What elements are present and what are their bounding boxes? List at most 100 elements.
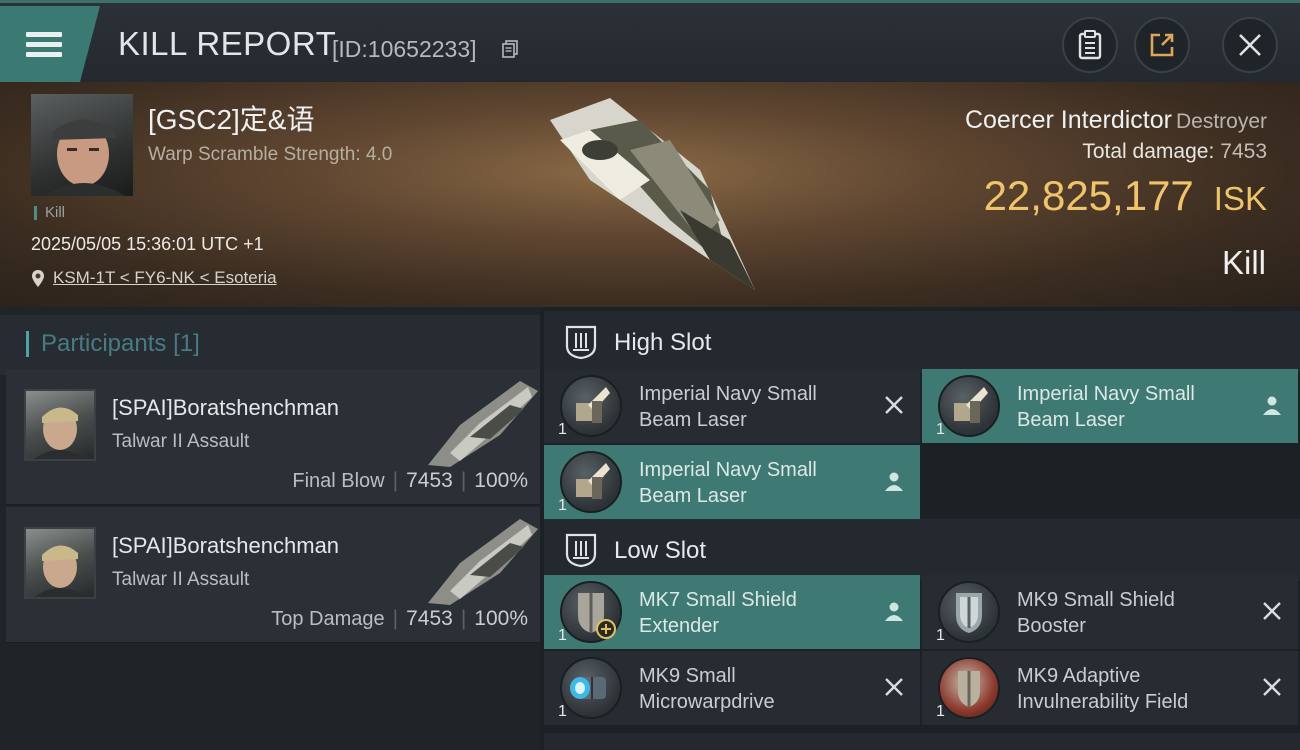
- module-name: MK7 Small Shield Extender: [639, 587, 869, 639]
- participants-label: Participants: [41, 330, 167, 357]
- module-name-line2: Beam Laser: [639, 409, 747, 431]
- participant-stats: Top Damage | 7453 | 100%: [271, 607, 528, 630]
- beam-laser-icon: [938, 375, 1000, 437]
- person-icon: [1263, 396, 1281, 415]
- module-name-line1: MK7 Small Shield: [639, 589, 797, 611]
- participant-percent: 100%: [474, 607, 528, 630]
- participant-name: [SPAI]Boratshenchman: [112, 533, 340, 558]
- participant-avatar: [24, 389, 96, 461]
- participant-card[interactable]: [SPAI]Boratshenchman Talwar II Assault F…: [6, 369, 540, 505]
- clipboard-icon: [1078, 30, 1102, 60]
- warp-scramble-strength: Warp Scramble Strength: 4.0: [148, 144, 393, 165]
- clipboard-button[interactable]: [1062, 17, 1118, 73]
- module-name-line1: MK9 Small Shield: [1017, 589, 1175, 611]
- module-name: Imperial Navy Small Beam Laser: [639, 457, 869, 509]
- close-button[interactable]: [1222, 17, 1278, 73]
- microwarpdrive-icon: [560, 657, 622, 719]
- module-quantity: 1: [558, 497, 567, 514]
- module-quantity: 1: [558, 703, 567, 720]
- beam-laser-icon: [560, 451, 622, 513]
- module-item[interactable]: 1 Imperial Navy Small Beam Laser: [922, 369, 1298, 443]
- participant-stats: Final Blow | 7453 | 100%: [292, 469, 528, 492]
- menu-button[interactable]: [0, 6, 100, 82]
- module-quantity: 1: [558, 627, 567, 644]
- location-pin-icon: [32, 269, 44, 287]
- participants-title: Participants [1]: [26, 331, 200, 357]
- module-item[interactable]: 1 MK7 Small Shield Extender: [544, 575, 920, 649]
- participant-ship: Talwar II Assault: [112, 569, 250, 590]
- participant-percent: 100%: [474, 469, 528, 492]
- ship-class: Destroyer: [1175, 110, 1267, 133]
- total-damage-value: 7453: [1220, 140, 1267, 163]
- participant-ship: Talwar II Assault: [112, 431, 250, 452]
- slot-shield-icon: [565, 325, 597, 360]
- module-item[interactable]: 1 MK9 Small Microwarpdrive: [544, 651, 920, 725]
- low-slot-header: Low Slot: [544, 519, 1300, 581]
- module-name-line2: Beam Laser: [639, 485, 747, 507]
- kill-tag: Kill: [34, 205, 65, 220]
- person-icon: [885, 472, 903, 491]
- destroyed-x-icon: [885, 678, 903, 696]
- ship-name: Coercer Interdictor: [964, 106, 1172, 134]
- destroyed-x-icon: [1263, 602, 1281, 620]
- copy-icon[interactable]: [502, 40, 518, 58]
- victim-ship: Coercer Interdictor Destroyer: [965, 106, 1267, 135]
- module-name-line1: Imperial Navy Small: [639, 383, 817, 405]
- report-id: [ID:10652233]: [332, 36, 477, 62]
- module-item[interactable]: 1 MK9 Small Shield Booster: [922, 575, 1298, 649]
- next-slot-header: [544, 733, 1300, 750]
- participant-role: Top Damage: [271, 608, 385, 630]
- participant-damage: 7453: [406, 469, 453, 492]
- high-slot-header: High Slot: [544, 311, 1300, 373]
- victim-name: [GSC2]定&语: [148, 104, 315, 135]
- participant-ship-image: [428, 519, 538, 605]
- module-item[interactable]: 1 Imperial Navy Small Beam Laser: [544, 445, 920, 519]
- participant-name: [SPAI]Boratshenchman: [112, 395, 340, 420]
- participant-ship-image: [428, 381, 538, 467]
- shield-extender-icon: [560, 581, 622, 643]
- kill-location[interactable]: KSM-1T < FY6-NK < Esoteria: [31, 268, 277, 288]
- module-name-line1: MK9 Adaptive: [1017, 665, 1141, 687]
- low-slot-label: Low Slot: [614, 537, 707, 564]
- location-link[interactable]: KSM-1T < FY6-NK < Esoteria: [53, 268, 277, 288]
- module-name-line2: Microwarpdrive: [639, 691, 775, 713]
- participant-card[interactable]: [SPAI]Boratshenchman Talwar II Assault T…: [6, 507, 540, 643]
- isk-amount: 22,825,177: [983, 172, 1194, 219]
- share-icon: [1150, 33, 1174, 57]
- module-name: Imperial Navy Small Beam Laser: [1017, 381, 1247, 433]
- module-quantity: 1: [558, 421, 567, 438]
- module-name: Imperial Navy Small Beam Laser: [639, 381, 869, 433]
- kill-datetime: 2025/05/05 15:36:01 UTC +1: [31, 234, 264, 254]
- module-name-line2: Beam Laser: [1017, 409, 1125, 431]
- module-quantity: 1: [936, 421, 945, 438]
- victim-avatar[interactable]: [31, 94, 133, 196]
- page-title: KILL REPORT: [118, 25, 337, 62]
- high-slot-label: High Slot: [614, 329, 712, 356]
- module-name-line1: MK9 Small: [639, 665, 736, 687]
- module-name: MK9 Small Shield Booster: [1017, 587, 1247, 639]
- destroyed-x-icon: [885, 396, 903, 414]
- fitting-panel: High Slot 1 Imperial Navy Small Beam Lase…: [540, 307, 1300, 750]
- module-name-line2: Extender: [639, 615, 720, 637]
- participants-count: [1]: [173, 330, 200, 357]
- beam-laser-icon: [560, 375, 622, 437]
- close-icon: [1239, 34, 1261, 56]
- result-label: Kill: [1221, 244, 1266, 281]
- destroyed-x-icon: [1263, 678, 1281, 696]
- isk-unit: ISK: [1213, 180, 1267, 217]
- share-button[interactable]: [1134, 17, 1190, 73]
- participant-role: Final Blow: [292, 470, 385, 492]
- shield-booster-icon: [938, 581, 1000, 643]
- isk-value: 22,825,177 ISK: [984, 172, 1267, 220]
- participants-header: Participants [1]: [0, 315, 540, 375]
- module-quantity: 1: [936, 703, 945, 720]
- victim-ship-image: [550, 98, 755, 290]
- module-item[interactable]: 1 MK9 Adaptive Invulnerability Field: [922, 651, 1298, 725]
- module-name: MK9 Small Microwarpdrive: [639, 663, 869, 715]
- module-name-line1: Imperial Navy Small: [1017, 383, 1195, 405]
- module-name-line2: Invulnerability Field: [1017, 691, 1189, 713]
- module-item[interactable]: 1 Imperial Navy Small Beam Laser: [544, 369, 920, 443]
- person-icon: [885, 602, 903, 621]
- victim-banner: [GSC2]定&语 Warp Scramble Strength: 4.0 Ki…: [0, 82, 1300, 307]
- participants-panel: Participants [1] [SPAI]Boratshenchman Ta…: [0, 307, 540, 750]
